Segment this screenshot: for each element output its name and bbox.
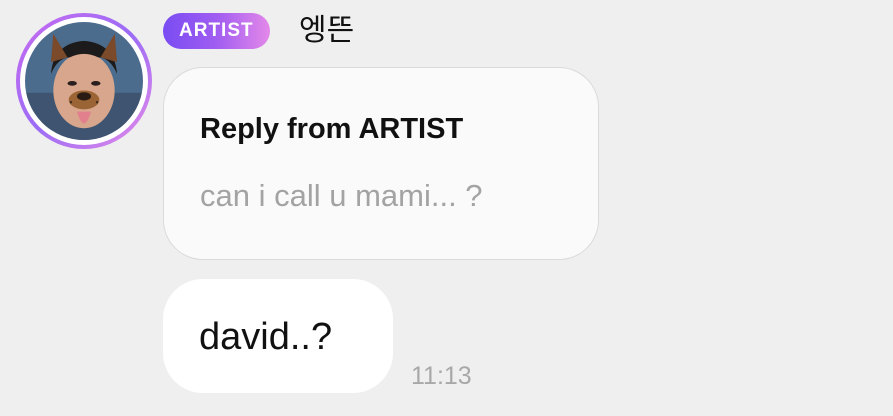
message-bubble[interactable]: david..? (163, 279, 393, 393)
artist-badge: ARTIST (163, 13, 270, 49)
avatar-frame (20, 17, 148, 145)
avatar-ring[interactable] (16, 13, 152, 149)
reply-title: Reply from ARTIST (200, 113, 464, 145)
message-text: david..? (199, 316, 333, 358)
reply-card[interactable]: Reply from ARTIST can i call u mami... ? (163, 67, 599, 260)
chat-screen: ARTIST 엥뜬 Reply from ARTIST can i call u… (0, 0, 893, 416)
avatar[interactable] (25, 22, 143, 140)
message-timestamp: 11:13 (411, 362, 472, 390)
reply-quoted-text: can i call u mami... ? (200, 178, 483, 213)
sender-name[interactable]: 엥뜬 (299, 11, 354, 51)
avatar-photo-icon (25, 22, 143, 140)
